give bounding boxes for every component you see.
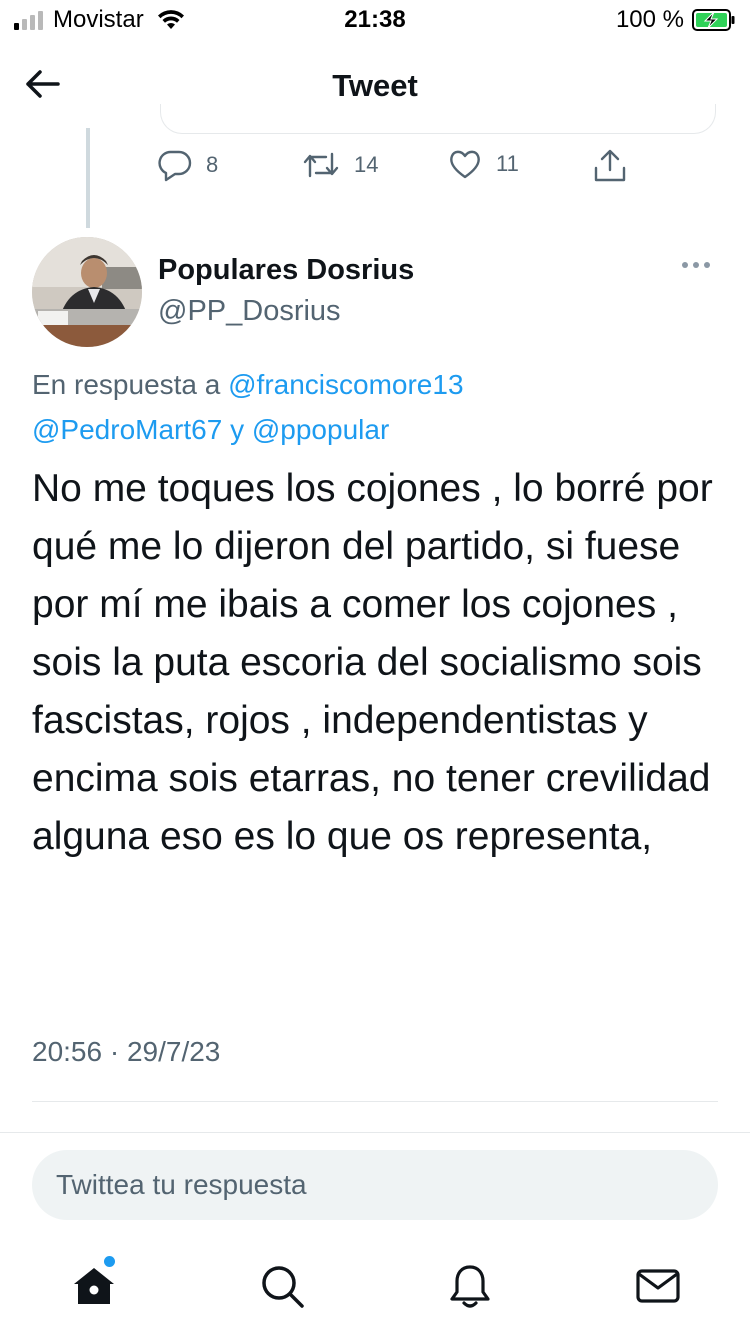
divider <box>0 1132 750 1133</box>
retweet-icon <box>303 152 339 178</box>
quoted-card-edge <box>160 104 716 134</box>
home-notification-dot <box>104 1256 115 1267</box>
status-right: 100 % <box>616 6 736 34</box>
author-handle[interactable]: @PP_Dosrius <box>158 295 341 328</box>
messages-icon[interactable] <box>634 1262 682 1310</box>
tab-bar <box>0 1250 750 1334</box>
retweet-count: 14 <box>354 152 379 177</box>
reply-action[interactable]: 8 <box>158 148 218 182</box>
retweet-action[interactable]: 14 <box>302 148 378 182</box>
search-icon[interactable] <box>258 1262 306 1310</box>
previous-tweet-actions: 8 14 11 <box>158 148 638 192</box>
avatar[interactable] <box>32 237 142 347</box>
avatar-photo <box>32 237 142 347</box>
more-options-icon[interactable] <box>682 262 710 268</box>
page-title: Tweet <box>332 68 418 103</box>
tweet-timestamp[interactable]: 20:56 · 29/7/23 <box>32 1036 220 1068</box>
reply-icon <box>158 150 192 182</box>
author-name[interactable]: Populares Dosrius <box>158 254 414 287</box>
battery-charging-icon <box>692 9 735 31</box>
battery-percentage: 100 % <box>615 6 684 33</box>
status-bar: Movistar 21:38 100 % <box>0 0 750 40</box>
share-icon <box>594 149 626 182</box>
divider <box>32 1101 718 1102</box>
like-action[interactable]: 11 <box>448 148 519 180</box>
like-count: 11 <box>496 151 519 176</box>
mention-link[interactable]: @PedroMart67 <box>32 414 222 445</box>
tweet-text: No me toques los cojones , lo borré por … <box>32 467 713 858</box>
mention-joiner: y <box>222 414 252 445</box>
heart-icon <box>450 150 480 179</box>
mention-link[interactable]: @ppopular <box>252 414 389 445</box>
reply-to-line: En respuesta a @franciscomore13 @PedroMa… <box>32 362 722 452</box>
thread-connector-line <box>86 128 90 228</box>
mention-link[interactable]: @franciscomore13 <box>228 369 463 400</box>
share-action[interactable] <box>592 148 628 184</box>
reply-to-prefix: En respuesta a <box>32 369 229 400</box>
reply-input[interactable] <box>32 1150 718 1220</box>
notifications-icon[interactable] <box>446 1262 494 1310</box>
reply-count: 8 <box>206 152 219 177</box>
home-icon[interactable] <box>70 1262 118 1310</box>
